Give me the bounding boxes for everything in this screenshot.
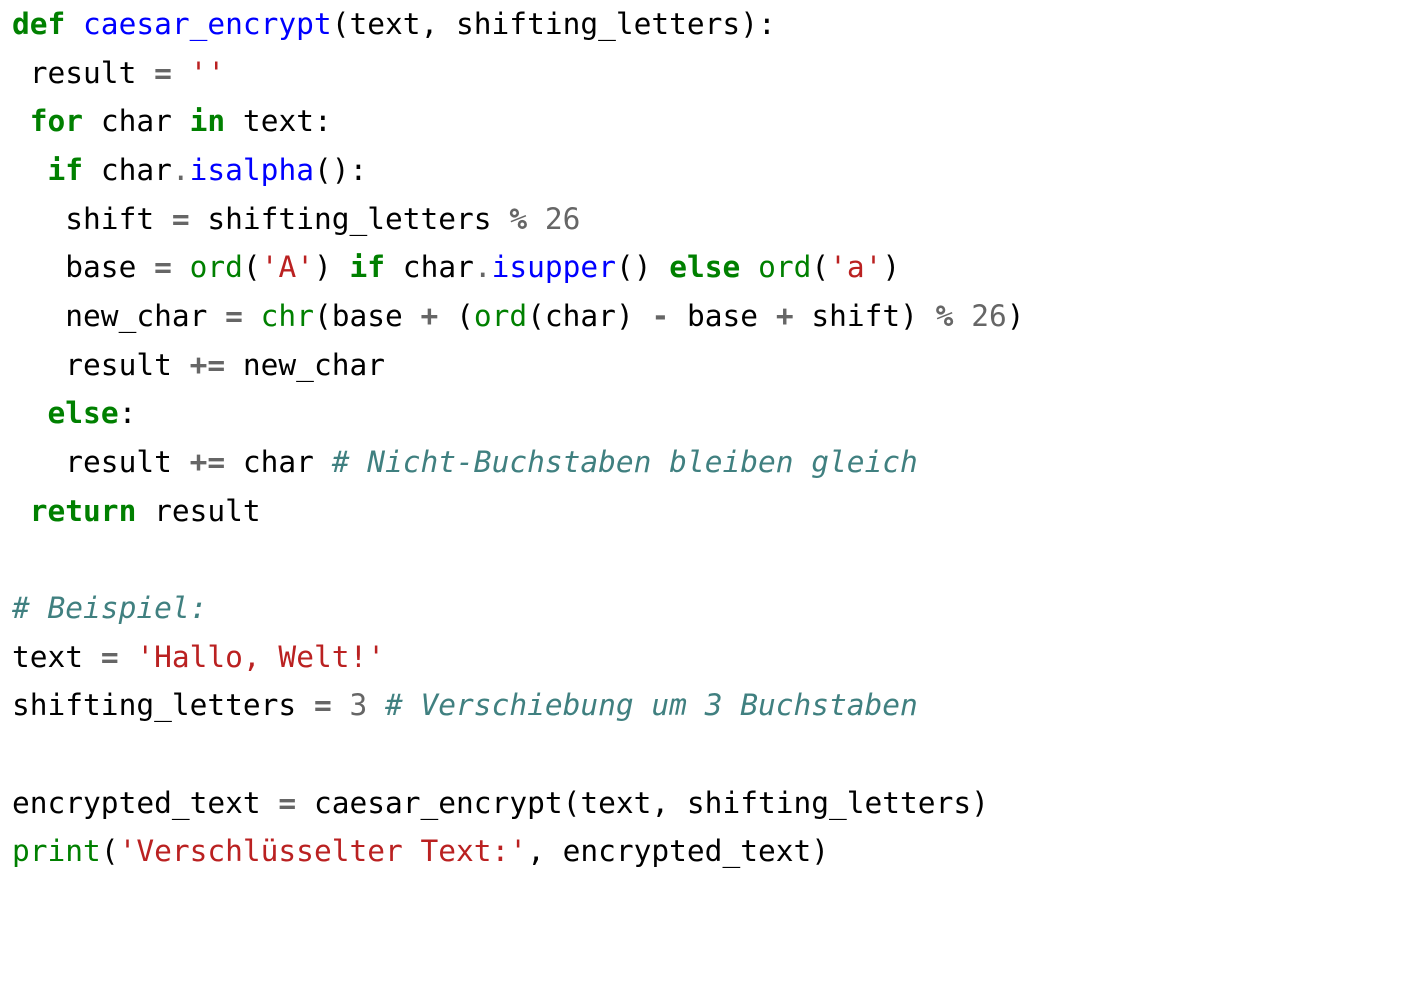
code-token: 'A' [261,250,314,284]
code-token: = [101,640,119,674]
code-token: else [669,250,740,284]
code-token: return [30,494,137,528]
code-block: def caesar_encrypt(text, shifting_letter… [0,0,1424,876]
code-token: % [509,202,527,236]
code-token: % [936,299,954,333]
code-token: 26 [971,299,1007,333]
code-token: for [30,104,83,138]
code-token: if [48,153,84,187]
code-token: = [225,299,243,333]
code-token: caesar_encrypt [83,7,332,41]
code-token: = [314,688,332,722]
code-token: 'Hallo, Welt!' [136,640,385,674]
code-token: = [278,786,296,820]
code-token: 3 [349,688,367,722]
code-token: ord [190,250,243,284]
code-token: in [190,104,226,138]
code-token: . [474,250,492,284]
code-token: def [12,7,83,41]
code-token: '' [190,56,226,90]
code-token: 26 [545,202,581,236]
code-token: else [48,396,119,430]
code-token: print [12,834,101,868]
code-token: = [154,56,172,90]
code-token: # Beispiel: [12,591,207,625]
code-token: 'a' [829,250,882,284]
code-token: + [776,299,794,333]
code-token: chr [261,299,314,333]
code-token: = [154,250,172,284]
code-token: += [190,348,226,382]
code-token: # Nicht-Buchstaben bleiben gleich [332,445,918,479]
code-token: isupper [492,250,616,284]
code-token: = [172,202,190,236]
code-token: isalpha [190,153,314,187]
code-token: ord [474,299,527,333]
code-token: ord [758,250,811,284]
code-token: if [350,250,386,284]
code-token: - [651,299,669,333]
code-token: += [190,445,226,479]
code-token: + [421,299,439,333]
code-token: # Verschiebung um 3 Buchstaben [385,688,918,722]
code-token: 'Verschlüsselter Text:' [119,834,528,868]
code-token: . [172,153,190,187]
